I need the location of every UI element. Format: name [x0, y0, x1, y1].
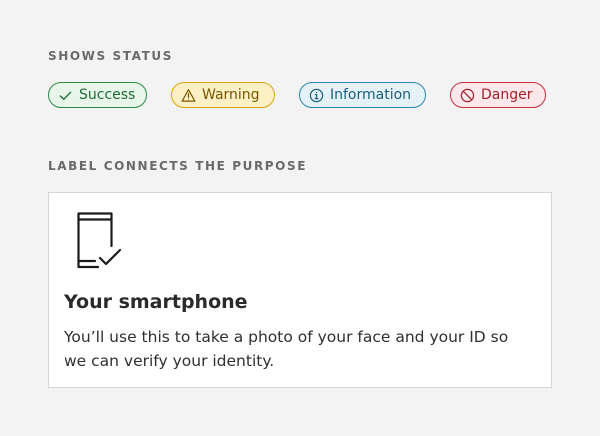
warning-badge-label: Warning	[202, 87, 260, 103]
prohibited-icon	[460, 88, 475, 102]
smartphone-check-icon	[77, 212, 122, 269]
info-circle-icon	[309, 88, 324, 102]
warning-badge: Warning	[171, 82, 275, 108]
card-title: Your smartphone	[64, 291, 248, 313]
success-badge-label: Success	[79, 87, 136, 103]
status-section-title: SHOWS STATUS	[48, 49, 173, 63]
information-badge-label: Information	[330, 87, 412, 103]
warning-triangle-icon	[181, 88, 196, 102]
card-description: You’ll use this to take a photo of your …	[64, 328, 509, 370]
information-badge: Information	[299, 82, 426, 108]
danger-badge: Danger	[450, 82, 546, 108]
smartphone-card: Your smartphone You’ll use this to take …	[48, 192, 552, 388]
danger-badge-label: Danger	[481, 87, 533, 103]
check-icon	[59, 91, 72, 100]
success-badge: Success	[48, 82, 147, 108]
purpose-section-title: LABEL CONNECTS THE PURPOSE	[48, 159, 308, 173]
